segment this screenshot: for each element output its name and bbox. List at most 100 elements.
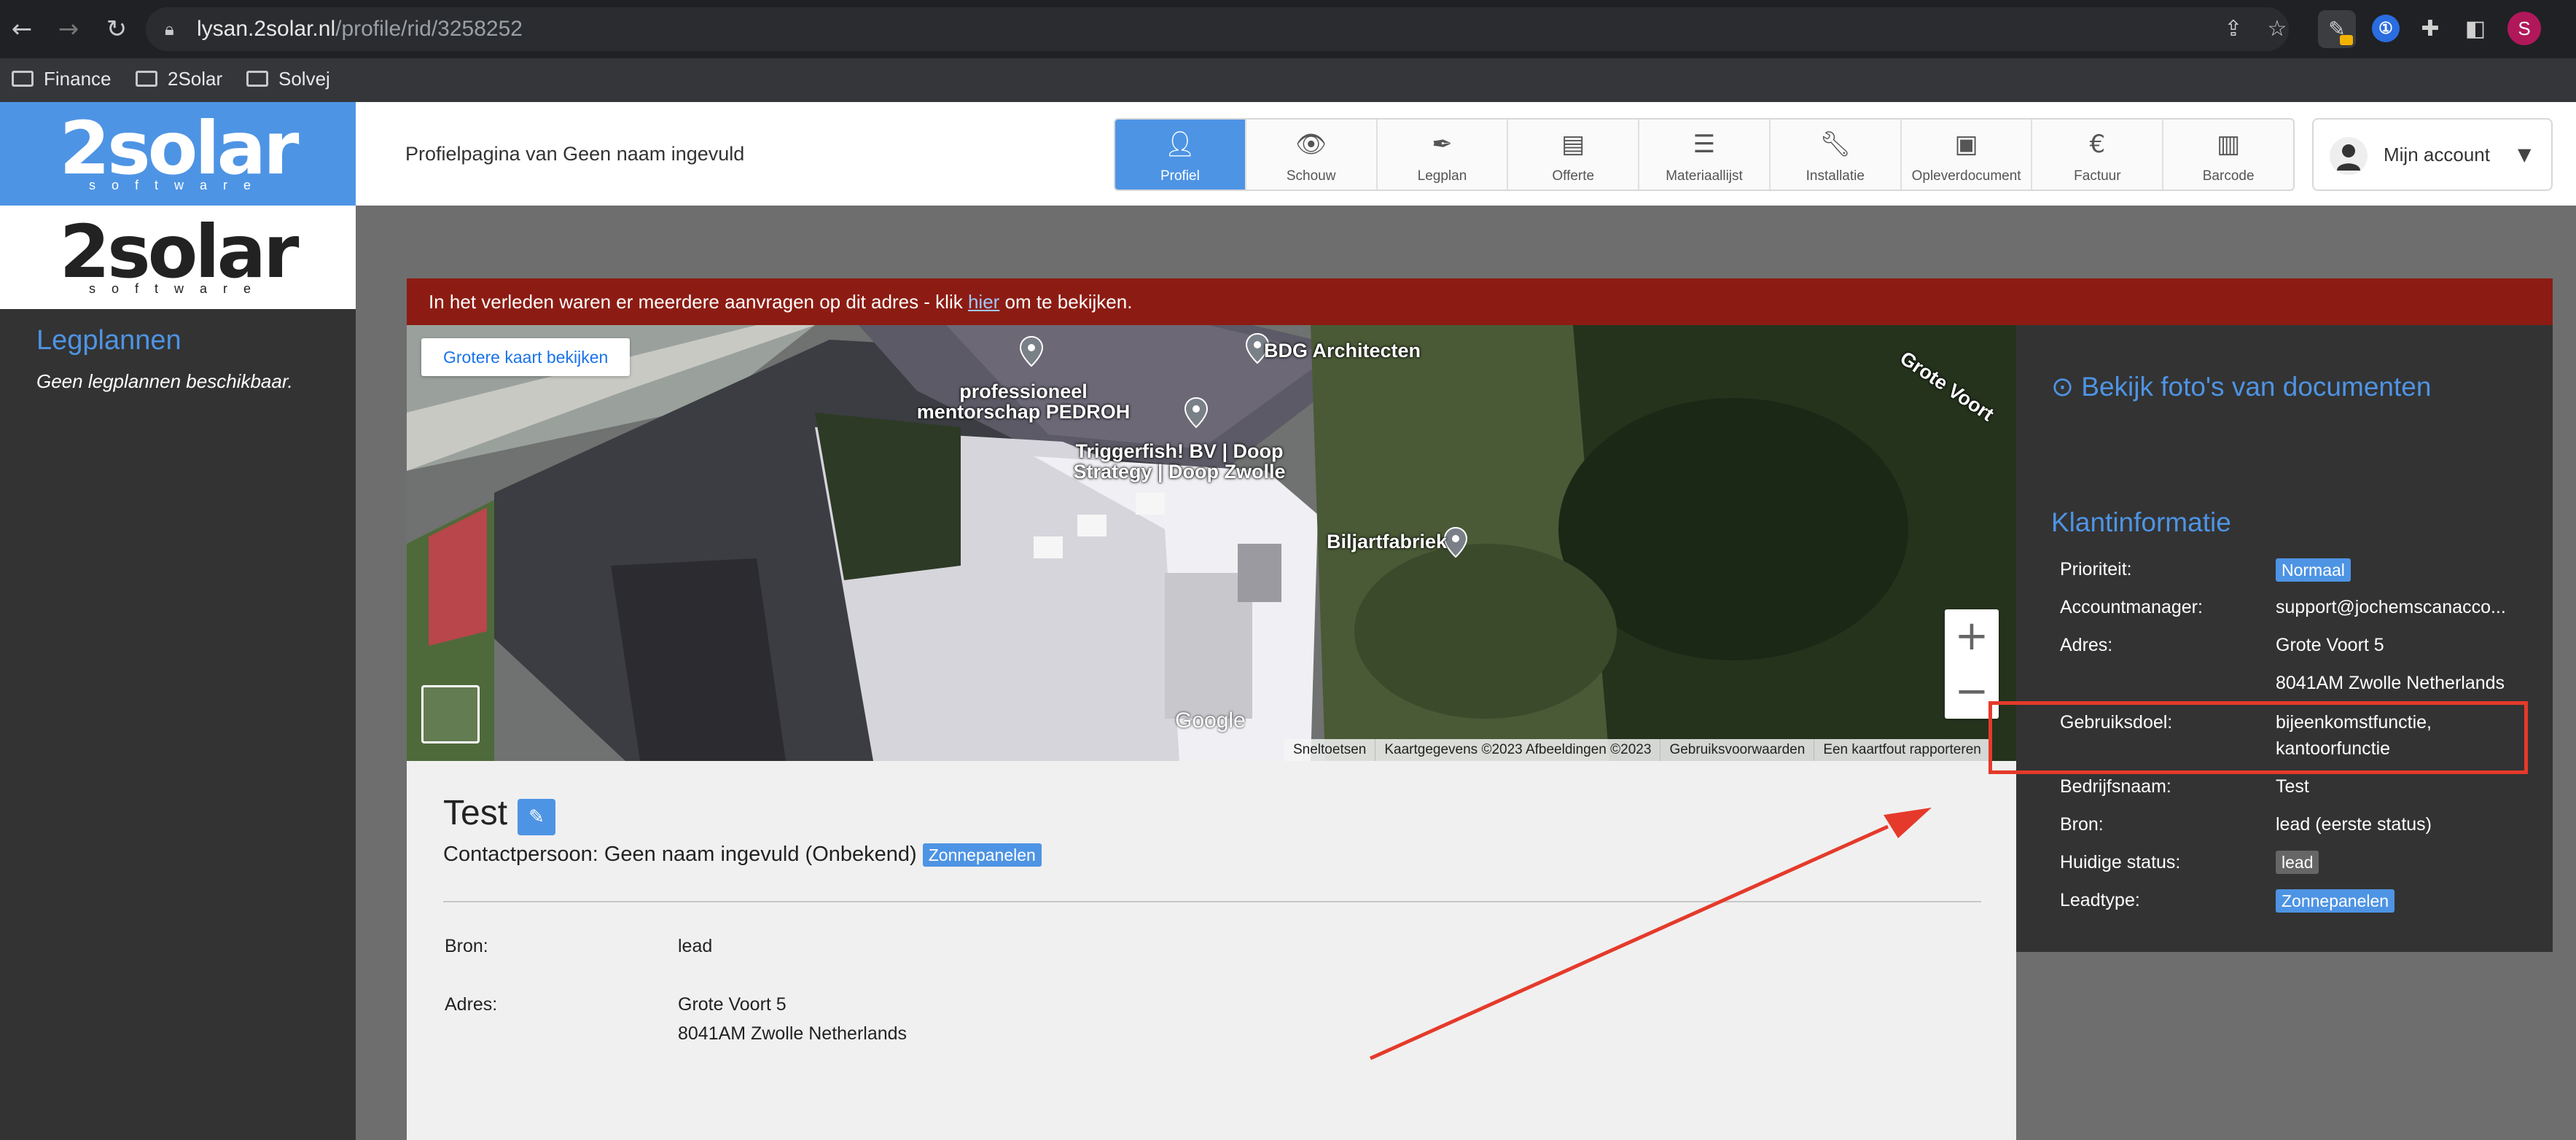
map-place-label[interactable]: Biljartfabriek — [1327, 531, 1447, 553]
bookmark-folder-2solar[interactable]: 2Solar — [136, 63, 222, 95]
forward-icon[interactable]: → — [51, 12, 86, 47]
field-label: Bron: — [445, 936, 488, 956]
eye-icon: 👁︎ — [1295, 130, 1327, 159]
document-icon: ▤ — [1561, 130, 1585, 159]
bookmark-folder-solvej[interactable]: Solvej — [246, 63, 330, 95]
bookmark-label: 2Solar — [168, 67, 223, 90]
bookmark-label: Solvej — [278, 67, 330, 90]
brand-logo-header[interactable]: 2solar software — [0, 102, 356, 206]
tab-profiel[interactable]: 👤︎ Profiel — [1115, 120, 1246, 190]
logo-subtitle: software — [88, 281, 268, 296]
page-title: Profielpagina van Geen naam ingevuld — [405, 143, 745, 165]
map-place-label[interactable]: Strategy | Doop Zwolle — [975, 461, 1383, 483]
field-label: Bron: — [2060, 814, 2104, 835]
tab-label: Factuur — [2074, 168, 2121, 184]
contact-prefix: Contactpersoon: — [443, 843, 604, 866]
map-report-error-link[interactable]: Een kaartfout rapporteren — [1814, 739, 1990, 761]
tab-barcode[interactable]: ▥ Barcode — [2163, 120, 2293, 190]
map-type-toggle[interactable] — [421, 685, 480, 743]
tab-offerte[interactable]: ▤ Offerte — [1508, 120, 1640, 190]
field-label: Accountmanager: — [2060, 597, 2203, 617]
tab-label: Legplan — [1417, 168, 1467, 184]
map-terms-link[interactable]: Gebruiksvoorwaarden — [1660, 739, 1814, 761]
brand-logo-sidebar[interactable]: 2solar software — [0, 206, 356, 309]
field-value: Test — [2276, 776, 2309, 797]
wrench-icon: 🔧︎ — [1819, 130, 1851, 159]
bookmark-folder-finance[interactable]: Finance — [12, 63, 112, 95]
tab-materiaallijst[interactable]: ☰ Materiaallijst — [1639, 120, 1771, 190]
field-label: Adres: — [445, 994, 498, 1015]
satellite-map[interactable]: Grotere kaart bekijken BDG Architecten p… — [407, 325, 2016, 761]
contact-book-icon: ▣ — [1954, 130, 1978, 159]
tab-legplan[interactable]: ✒︎ Legplan — [1378, 120, 1509, 190]
leadtype-badge: Zonnepanelen — [2276, 889, 2395, 913]
link-label: Bekijk foto's van documenten — [2081, 372, 2432, 402]
tab-label: Schouw — [1286, 168, 1336, 184]
bookmark-label: Finance — [44, 67, 112, 90]
zoom-in-icon[interactable]: + — [1945, 609, 1999, 663]
larger-map-button[interactable]: Grotere kaart bekijken — [421, 338, 631, 376]
bookmark-star-icon[interactable]: ☆ — [2261, 13, 2293, 45]
logo-wordmark: 2solar — [59, 106, 300, 191]
customer-name: Test — [443, 794, 508, 832]
logo-wordmark: 2solar — [59, 209, 300, 294]
user-avatar-icon — [2330, 137, 2368, 175]
customer-info-panel: Test ✎ Contactpersoon: Geen naam ingevul… — [407, 761, 2016, 1140]
priority-badge: Normaal — [2276, 558, 2351, 582]
field-label: Bedrijfsnaam: — [2060, 776, 2171, 797]
folder-icon — [12, 71, 34, 87]
field-value: Grote Voort 5 — [2276, 635, 2384, 655]
priority-value: Normaal — [2276, 557, 2351, 582]
map-place-label[interactable]: BDG Architecten — [1264, 340, 1421, 362]
url-text[interactable]: lysan.2solar.nl/profile/rid/3258252 — [197, 16, 523, 42]
url-domain: lysan.2solar.nl — [197, 17, 336, 41]
tab-factuur[interactable]: € Factuur — [2032, 120, 2164, 190]
tab-opleverdocument[interactable]: ▣ Opleverdocument — [1902, 120, 2033, 190]
side-panel-icon[interactable]: ◧ — [2459, 13, 2491, 45]
tab-installatie[interactable]: 🔧︎ Installatie — [1771, 120, 1902, 190]
field-label: Huidige status: — [2060, 852, 2181, 872]
map-pin-icon[interactable] — [1443, 526, 1468, 558]
view-document-photos-link[interactable]: ⊙ Bekijk foto's van documenten — [2051, 370, 2431, 404]
bookmarks-bar — [0, 58, 2576, 102]
contact-person-line: Contactpersoon: Geen naam ingevuld (Onbe… — [443, 838, 1042, 870]
tab-label: Profiel — [1160, 168, 1200, 184]
url-path: /profile/rid/3258252 — [335, 17, 523, 41]
map-place-label[interactable]: mentorschap PEDROH — [841, 401, 1206, 423]
back-icon[interactable]: ← — [4, 12, 39, 47]
feather-icon: ✒︎ — [1432, 130, 1453, 159]
alert-link[interactable]: hier — [968, 291, 999, 313]
euro-icon: € — [2089, 130, 2106, 159]
field-value: lead (eerste status) — [2276, 814, 2432, 835]
tab-schouw[interactable]: 👁︎ Schouw — [1246, 120, 1378, 190]
extensions-puzzle-icon[interactable]: ✚ — [2414, 13, 2446, 45]
folder-icon — [246, 71, 268, 87]
sidebar-section-title: Legplannen — [36, 325, 182, 356]
account-label: Mijn account — [2384, 144, 2490, 165]
lock-icon[interactable]: 🔒︎ — [165, 17, 188, 41]
alert-text-end: om te bekijken. — [999, 291, 1133, 313]
alert-text: In het verleden waren er meerdere aanvra… — [429, 291, 968, 313]
share-icon[interactable]: ⇪ — [2217, 13, 2249, 45]
password-manager-icon[interactable]: ① — [2372, 15, 2400, 42]
satellite-imagery — [407, 325, 2016, 761]
list-icon: ☰ — [1693, 130, 1716, 159]
map-place-label[interactable]: professioneel — [841, 380, 1206, 402]
contact-name: Geen naam ingevuld (Onbekend) — [604, 843, 917, 866]
profile-nav-tabs: 👤︎ Profiel 👁︎ Schouw ✒︎ Legplan ▤ Offerte ☰ M… — [1114, 118, 2295, 191]
tab-label: Opleverdocument — [1911, 168, 2021, 184]
person-icon: 👤︎ — [1164, 130, 1196, 159]
edit-icon[interactable]: ✎ — [518, 799, 555, 835]
pen-extension-icon[interactable]: ✎ — [2318, 10, 2356, 48]
map-place-label[interactable]: Triggerfish! BV | Doop — [975, 440, 1383, 462]
map-shortcuts-link[interactable]: Sneltoetsen — [1284, 739, 1375, 761]
annotation-highlight-box — [1988, 701, 2528, 774]
folder-icon — [136, 71, 157, 87]
barcode-icon: ▥ — [2217, 130, 2241, 159]
profile-avatar[interactable]: S — [2507, 12, 2541, 45]
field-value: 8041AM Zwolle Netherlands — [2276, 673, 2505, 693]
map-pin-icon[interactable] — [1019, 335, 1044, 367]
account-menu[interactable]: Mijn account ▼ — [2312, 118, 2553, 191]
reload-icon[interactable]: ↻ — [99, 12, 134, 47]
tab-label: Barcode — [2202, 168, 2255, 184]
